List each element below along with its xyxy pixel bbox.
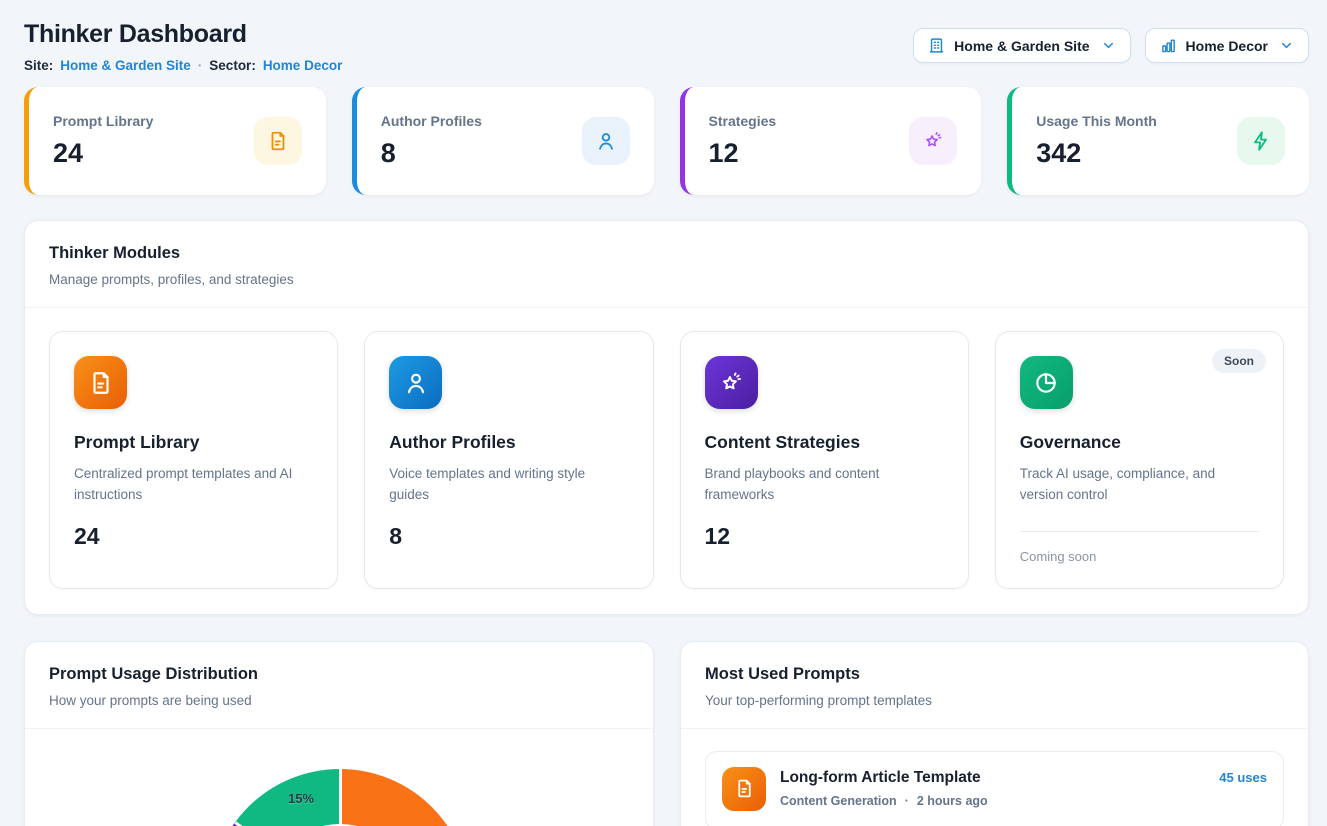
- module-title: Prompt Library: [74, 432, 313, 453]
- stat-text: Author Profiles 8: [381, 113, 482, 169]
- prompt-item-uses-badge: 45 uses: [1219, 770, 1267, 785]
- usage-donut-chart: 15%: [210, 769, 470, 826]
- document-icon: [254, 117, 302, 165]
- modules-subtitle: Manage prompts, profiles, and strategies: [49, 272, 1284, 287]
- prompt-list-item[interactable]: Long-form Article Template Content Gener…: [705, 751, 1284, 826]
- document-icon: [74, 356, 127, 409]
- module-card-content-strategies[interactable]: Content Strategies Brand playbooks and c…: [680, 331, 969, 589]
- stat-text: Usage This Month 342: [1036, 113, 1157, 169]
- prompts-subtitle: Your top-performing prompt templates: [705, 693, 1284, 708]
- usage-header: Prompt Usage Distribution How your promp…: [25, 642, 653, 729]
- stat-value: 342: [1036, 138, 1157, 169]
- usage-subtitle: How your prompts are being used: [49, 693, 629, 708]
- chevron-down-icon: [1279, 38, 1294, 53]
- site-selector-dropdown[interactable]: Home & Garden Site: [913, 28, 1130, 63]
- module-divider: [1020, 531, 1259, 532]
- header-left: Thinker Dashboard Site: Home & Garden Si…: [24, 20, 342, 73]
- stat-card-author-profiles: Author Profiles 8: [352, 87, 654, 195]
- modules-grid: Prompt Library Centralized prompt templa…: [25, 308, 1308, 614]
- sector-link[interactable]: Home Decor: [263, 58, 343, 73]
- stat-value: 8: [381, 138, 482, 169]
- thinker-modules-section: Thinker Modules Manage prompts, profiles…: [24, 220, 1309, 615]
- bolt-icon: [1237, 117, 1285, 165]
- stat-label: Usage This Month: [1036, 113, 1157, 129]
- stat-value: 12: [709, 138, 777, 169]
- coming-soon-text: Coming soon: [1020, 549, 1259, 564]
- thinker-dashboard-page: Thinker Dashboard Site: Home & Garden Si…: [0, 0, 1327, 826]
- module-description: Voice templates and writing style guides: [389, 464, 628, 506]
- bottom-row: Prompt Usage Distribution How your promp…: [24, 641, 1327, 826]
- star-sparkle-icon: [705, 356, 758, 409]
- module-count: 8: [389, 523, 628, 550]
- module-title: Content Strategies: [705, 432, 944, 453]
- building-icon: [928, 37, 945, 54]
- module-card-author-profiles[interactable]: Author Profiles Voice templates and writ…: [364, 331, 653, 589]
- module-description: Brand playbooks and content frameworks: [705, 464, 944, 506]
- prompts-header: Most Used Prompts Your top-performing pr…: [681, 642, 1308, 729]
- prompt-item-time: 2 hours ago: [917, 794, 988, 808]
- user-icon: [582, 117, 630, 165]
- modules-title: Thinker Modules: [49, 244, 1284, 263]
- stat-value: 24: [53, 138, 153, 169]
- module-description: Centralized prompt templates and AI inst…: [74, 464, 313, 506]
- header: Thinker Dashboard Site: Home & Garden Si…: [0, 0, 1327, 85]
- chevron-down-icon: [1101, 38, 1116, 53]
- stat-text: Prompt Library 24: [53, 113, 153, 169]
- user-icon: [389, 356, 442, 409]
- donut-slice-label: 15%: [288, 791, 314, 806]
- sector-selector-label: Home Decor: [1186, 38, 1268, 54]
- prompts-title: Most Used Prompts: [705, 665, 1284, 684]
- prompt-meta-separator: ·: [905, 794, 909, 808]
- prompt-usage-distribution-card: Prompt Usage Distribution How your promp…: [24, 641, 654, 826]
- module-description: Track AI usage, compliance, and version …: [1020, 464, 1259, 506]
- pie-chart-icon: [1020, 356, 1073, 409]
- module-card-prompt-library[interactable]: Prompt Library Centralized prompt templa…: [49, 331, 338, 589]
- module-count: 24: [74, 523, 313, 550]
- breadcrumb-separator: ·: [198, 58, 203, 73]
- prompt-list: Long-form Article Template Content Gener…: [681, 729, 1308, 826]
- module-title: Governance: [1020, 432, 1259, 453]
- module-count: 12: [705, 523, 944, 550]
- prompt-item-category: Content Generation: [780, 794, 897, 808]
- sector-selector-dropdown[interactable]: Home Decor: [1145, 28, 1309, 63]
- module-title: Author Profiles: [389, 432, 628, 453]
- prompt-item-texts: Long-form Article Template Content Gener…: [780, 769, 1205, 808]
- stat-card-usage: Usage This Month 342: [1007, 87, 1309, 195]
- donut-slice-divider: [339, 769, 342, 826]
- bar-chart-icon: [1160, 37, 1177, 54]
- stat-card-strategies: Strategies 12: [680, 87, 982, 195]
- modules-header: Thinker Modules Manage prompts, profiles…: [25, 221, 1308, 308]
- site-link[interactable]: Home & Garden Site: [60, 58, 191, 73]
- sector-label: Sector:: [209, 58, 256, 73]
- header-selectors: Home & Garden Site Home Decor: [913, 28, 1309, 63]
- stat-label: Author Profiles: [381, 113, 482, 129]
- usage-donut[interactable]: 15%: [210, 769, 470, 826]
- document-icon: [722, 767, 766, 811]
- star-sparkle-icon: [909, 117, 957, 165]
- stat-text: Strategies 12: [709, 113, 777, 169]
- page-title: Thinker Dashboard: [24, 20, 342, 49]
- site-label: Site:: [24, 58, 53, 73]
- soon-badge: Soon: [1212, 349, 1266, 373]
- stat-label: Strategies: [709, 113, 777, 129]
- usage-title: Prompt Usage Distribution: [49, 665, 629, 684]
- stat-label: Prompt Library: [53, 113, 153, 129]
- breadcrumb: Site: Home & Garden Site · Sector: Home …: [24, 58, 342, 73]
- prompt-item-title: Long-form Article Template: [780, 769, 1205, 787]
- module-card-governance[interactable]: Soon Governance Track AI usage, complian…: [995, 331, 1284, 589]
- stats-row: Prompt Library 24 Author Profiles 8: [24, 87, 1309, 195]
- most-used-prompts-card: Most Used Prompts Your top-performing pr…: [680, 641, 1309, 826]
- site-selector-label: Home & Garden Site: [954, 38, 1089, 54]
- prompt-item-meta: Content Generation · 2 hours ago: [780, 794, 1205, 808]
- stat-card-prompt-library: Prompt Library 24: [24, 87, 326, 195]
